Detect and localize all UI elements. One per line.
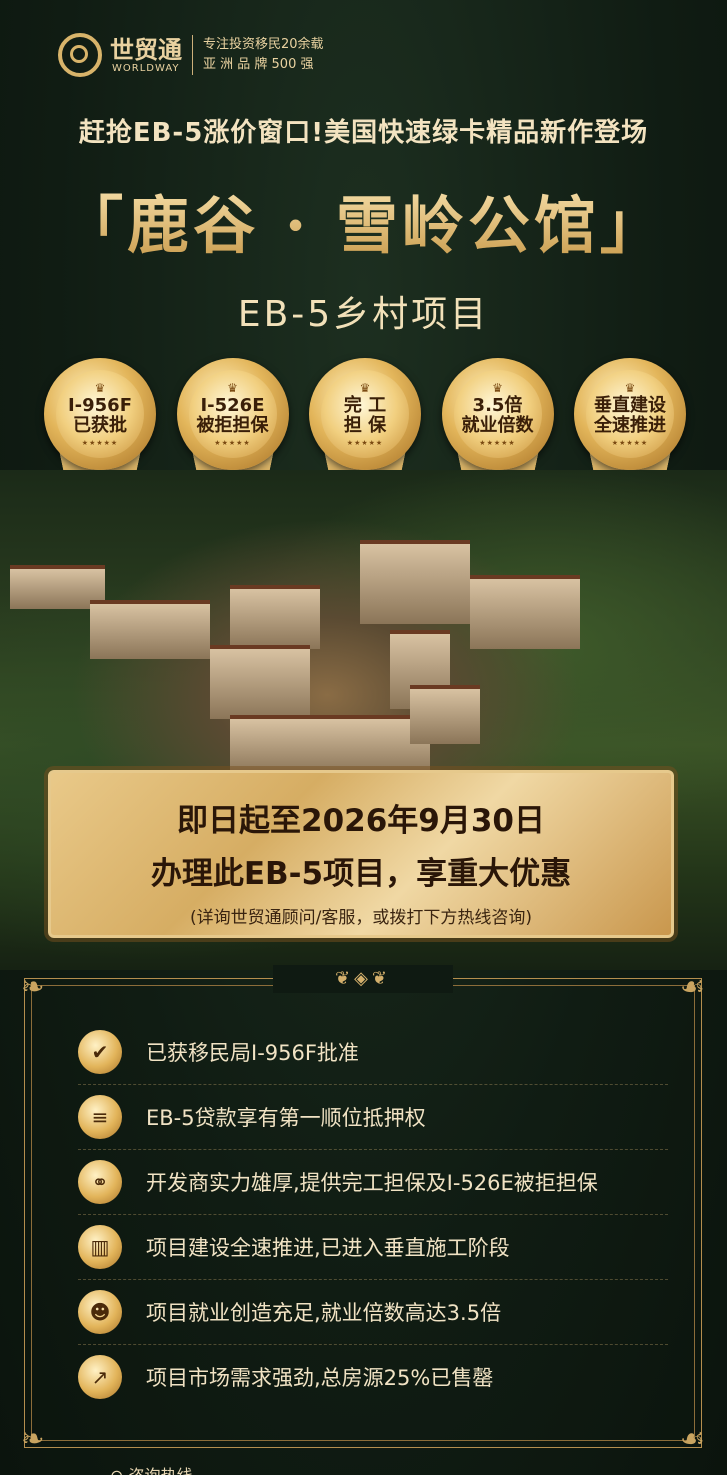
corner-flourish-icon: ☙ [679,970,705,1003]
list-item: ☻ 项目就业创造充足,就业倍数高达3.5倍 [78,1280,668,1345]
crown-icon: ♛ [492,380,503,395]
medal-icon: ♛ I-526E 被拒担保 ★★★★★ [176,358,289,470]
promo-offer: 办理此EB-5项目，享重大优惠 [150,856,572,892]
feature-text: 项目市场需求强劲,总房源25%已售罄 [146,1366,494,1390]
feature-text: 开发商实力雄厚,提供完工担保及I-526E被拒担保 [146,1171,598,1195]
feature-text: 项目建设全速推进,已进入垂直施工阶段 [146,1236,510,1260]
logo-en: WORLDWAY [112,62,180,74]
building [410,685,480,744]
ornament-icon: ❦◈❦ [273,965,453,993]
badge-line1: I-526E [200,394,265,416]
building [230,585,320,649]
crown-icon: ♛ [624,380,636,395]
list-item: ▥ 项目建设全速推进,已进入垂直施工阶段 [78,1215,668,1280]
people-icon: ☻ [78,1290,122,1334]
stars-icon: ★★★★★ [81,438,119,447]
tagline-2: 亚 洲 品 牌 500 强 [203,57,314,72]
stars-icon: ★★★★★ [214,438,251,447]
building [210,645,310,719]
project-subtitle: EB-5乡村项目 [237,294,490,335]
feature-text: EB-5贷款享有第一顺位抵押权 [146,1106,426,1130]
feature-text: 已获移民局I-956F批准 [146,1041,359,1065]
badge-line2: 已获批 [73,414,127,436]
logo-cn: 世贸通 [110,35,182,64]
badge-line1: I-956F [67,394,133,416]
hotline-text: 咨询热线 [129,1466,193,1475]
crown-icon: ♛ [359,380,371,395]
chart-up-icon: ↗ [78,1355,122,1399]
poster: 世贸通 WORLDWAY 专注投资移民20余载 亚 洲 品 牌 500 强 赶抢… [0,0,727,1475]
medal-icon: ♛ 3.5倍 就业倍数 ★★★★★ [441,358,554,470]
promo-box: 即日起至2026年9月30日 办理此EB-5项目，享重大优惠 (详询世贸通顾问/… [48,770,674,938]
badge-line2: 被拒担保 [196,414,269,436]
corner-flourish-icon: ☙ [679,1422,705,1455]
hotline-label: ⊙ 咨询热线 [110,1462,193,1475]
building [360,540,470,624]
building [90,600,210,659]
list-item: ⚭ 开发商实力雄厚,提供完工担保及I-526E被拒担保 [78,1150,668,1215]
badge-line1: 垂直建设 [594,394,666,416]
list-item: ≡ EB-5贷款享有第一顺位抵押权 [78,1085,668,1150]
brand-tagline: 专注投资移民20余载 亚 洲 品 牌 500 强 [203,35,324,75]
logo-text: 世贸通 WORLDWAY [102,37,182,74]
brand-logo: 世贸通 WORLDWAY 专注投资移民20余载 亚 洲 品 牌 500 强 [58,33,324,77]
medal-icon: ♛ 垂直建设 全速推进 ★★★★★ [574,358,686,470]
project-title: 「鹿谷 · 雪岭公馆」 [0,175,727,265]
feature-text: 项目就业创造充足,就业倍数高达3.5倍 [146,1301,502,1325]
promo-note: (详询世贸通顾问/客服，或拨打下方热线咨询) [190,908,532,928]
handshake-icon: ⚭ [78,1160,122,1204]
badge-line2: 担 保 [343,414,387,436]
feature-list: ✔ 已获移民局I-956F批准 ≡ EB-5贷款享有第一顺位抵押权 ⚭ 开发商实… [78,1020,668,1409]
headline: 赶抢EB-5涨价窗口!美国快速绿卡精品新作登场 [78,118,649,148]
list-item: ✔ 已获移民局I-956F批准 [78,1020,668,1085]
badge-line1: 3.5倍 [472,394,523,416]
badge-line1: 完 工 [343,394,387,416]
stars-icon: ★★★★★ [611,438,649,447]
badge-line2: 全速推进 [594,414,666,436]
corner-flourish-icon: ❧ [21,970,45,1003]
promo-date: 即日起至2026年9月30日 [177,803,545,839]
logo-divider [192,35,193,75]
tagline-1: 专注投资移民20余载 [203,37,324,52]
building [230,715,430,774]
phone-icon: ⊙ [110,1466,129,1475]
crown-icon: ♛ [94,380,106,395]
corner-flourish-icon: ❧ [21,1422,45,1455]
crown-icon: ♛ [227,380,238,395]
stars-icon: ★★★★★ [346,438,384,447]
list-item: ↗ 项目市场需求强劲,总房源25%已售罄 [78,1345,668,1409]
badge-line2: 就业倍数 [461,414,534,436]
layers-shield-icon: ≡ [78,1095,122,1139]
stars-icon: ★★★★★ [479,438,516,447]
logo-mark-icon [58,33,102,77]
building [470,575,580,649]
medal-icon: ♛ I-956F 已获批 ★★★★★ [44,358,156,470]
building-icon: ▥ [78,1225,122,1269]
medal-icon: ♛ 完 工 担 保 ★★★★★ [309,358,421,470]
shield-check-icon: ✔ [78,1030,122,1074]
